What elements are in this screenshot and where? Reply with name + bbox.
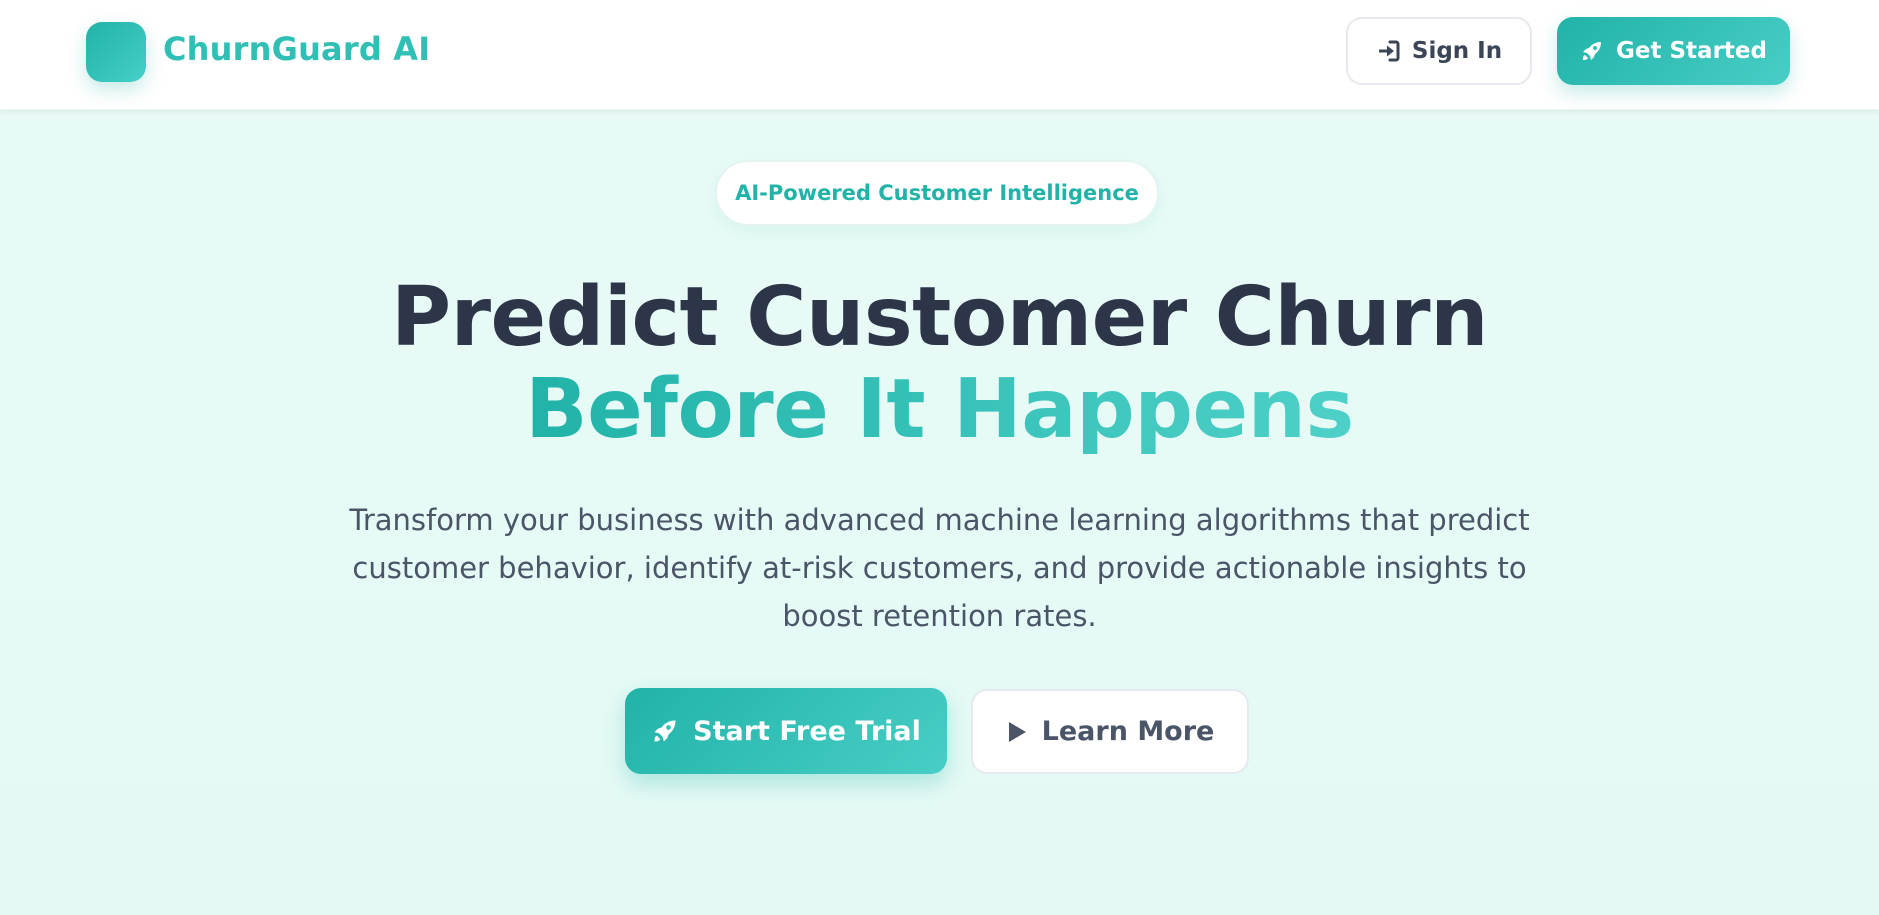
hero-badge: AI-Powered Customer Intelligence — [715, 160, 1159, 226]
hero-subtitle: Transform your business with advanced ma… — [349, 503, 1530, 633]
sign-in-icon — [1376, 40, 1400, 62]
site-header: ChurnGuard AI Sign In Get Started — [0, 0, 1879, 110]
rocket-icon — [651, 717, 679, 745]
play-icon — [1006, 720, 1028, 744]
brand-name[interactable]: ChurnGuard AI — [163, 30, 430, 68]
learn-more-label: Learn More — [1041, 716, 1215, 747]
get-started-button[interactable]: Get Started — [1557, 17, 1790, 85]
hero-headline-accent: Before It Happens — [0, 364, 1879, 456]
get-started-label: Get Started — [1616, 38, 1767, 64]
sign-in-button[interactable]: Sign In — [1346, 17, 1532, 85]
sign-in-label: Sign In — [1411, 38, 1503, 64]
hero-headline-accent-text: Before It Happens — [525, 362, 1354, 457]
hero-headline: Predict Customer Churn — [390, 270, 1489, 365]
start-free-trial-button[interactable]: Start Free Trial — [625, 688, 947, 774]
learn-more-button[interactable]: Learn More — [971, 689, 1249, 774]
logo-mark[interactable] — [86, 22, 146, 82]
start-free-trial-label: Start Free Trial — [693, 715, 921, 747]
rocket-icon — [1580, 39, 1604, 63]
